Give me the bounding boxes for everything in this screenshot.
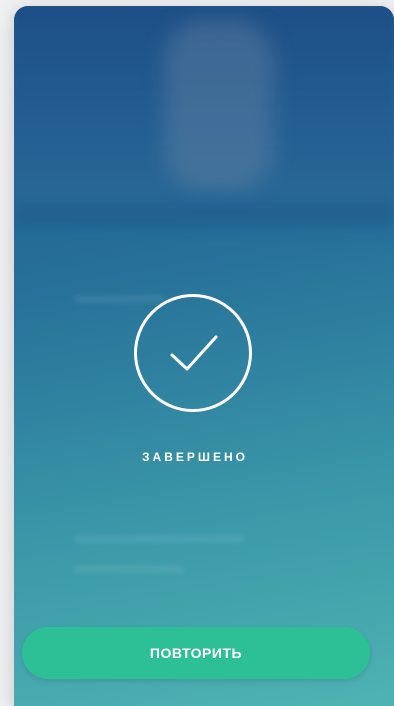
status-label: ЗАВЕРШЕНО	[142, 450, 248, 464]
retry-button[interactable]: ПОВТОРИТЬ	[22, 627, 370, 679]
check-circle-icon	[134, 294, 252, 412]
blurred-background-line	[74, 536, 244, 542]
blurred-background-photo	[164, 20, 274, 190]
blurred-background-band	[14, 202, 394, 228]
blurred-background-line	[74, 566, 184, 572]
checkmark-icon	[170, 335, 218, 371]
